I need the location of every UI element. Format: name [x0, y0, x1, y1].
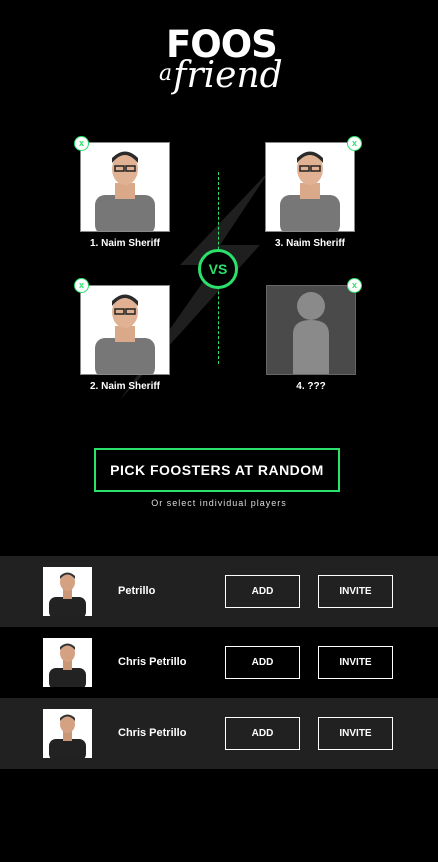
person-icon [49, 714, 86, 758]
remove-icon[interactable]: x [347, 136, 362, 151]
app-logo: FOOS afriend [0, 26, 438, 102]
player-row: Petrillo ADD INVITE [0, 556, 438, 627]
vs-badge: VS [198, 249, 238, 289]
team-slot-1[interactable]: 1. Naim Sheriff [80, 142, 170, 249]
player-photo [265, 142, 355, 232]
team-slot-3[interactable]: 3. Naim Sheriff [265, 142, 355, 249]
player-name: Chris Petrillo [118, 727, 187, 739]
slot-label: 1. Naim Sheriff [89, 238, 161, 249]
avatar [43, 567, 92, 616]
avatar [43, 709, 92, 758]
player-name: Chris Petrillo [118, 656, 187, 668]
player-photo [80, 142, 170, 232]
remove-icon[interactable]: x [347, 278, 362, 293]
avatar [43, 638, 92, 687]
add-button[interactable]: ADD [225, 717, 300, 750]
team-slot-4[interactable]: 4. ??? [266, 285, 356, 392]
player-placeholder [266, 285, 356, 375]
person-icon [95, 294, 155, 374]
person-icon [95, 151, 155, 231]
logo-text-bottom: afriend [159, 56, 283, 96]
remove-icon[interactable]: x [74, 278, 89, 293]
slot-label: 3. Naim Sheriff [274, 238, 346, 249]
invite-button[interactable]: INVITE [318, 575, 393, 608]
player-row: Chris Petrillo ADD INVITE [0, 698, 438, 769]
player-name: Petrillo [118, 585, 156, 597]
add-button[interactable]: ADD [225, 646, 300, 679]
invite-button[interactable]: INVITE [318, 717, 393, 750]
slot-label: 4. ??? [296, 381, 326, 392]
invite-button[interactable]: INVITE [318, 646, 393, 679]
pick-random-button[interactable]: PICK FOOSTERS AT RANDOM [94, 448, 340, 492]
logo-text-a: a [159, 61, 173, 86]
add-button[interactable]: ADD [225, 575, 300, 608]
select-hint: Or select individual players [151, 498, 287, 508]
person-icon [49, 643, 86, 687]
team-slot-2[interactable]: 2. Naim Sheriff [80, 285, 170, 392]
remove-icon[interactable]: x [74, 136, 89, 151]
player-row: Chris Petrillo ADD INVITE [0, 627, 438, 698]
slot-label: 2. Naim Sheriff [89, 381, 161, 392]
logo-text-friend: friend [173, 55, 283, 96]
person-icon [49, 572, 86, 616]
person-silhouette-icon [293, 292, 329, 374]
person-icon [280, 151, 340, 231]
player-photo [80, 285, 170, 375]
